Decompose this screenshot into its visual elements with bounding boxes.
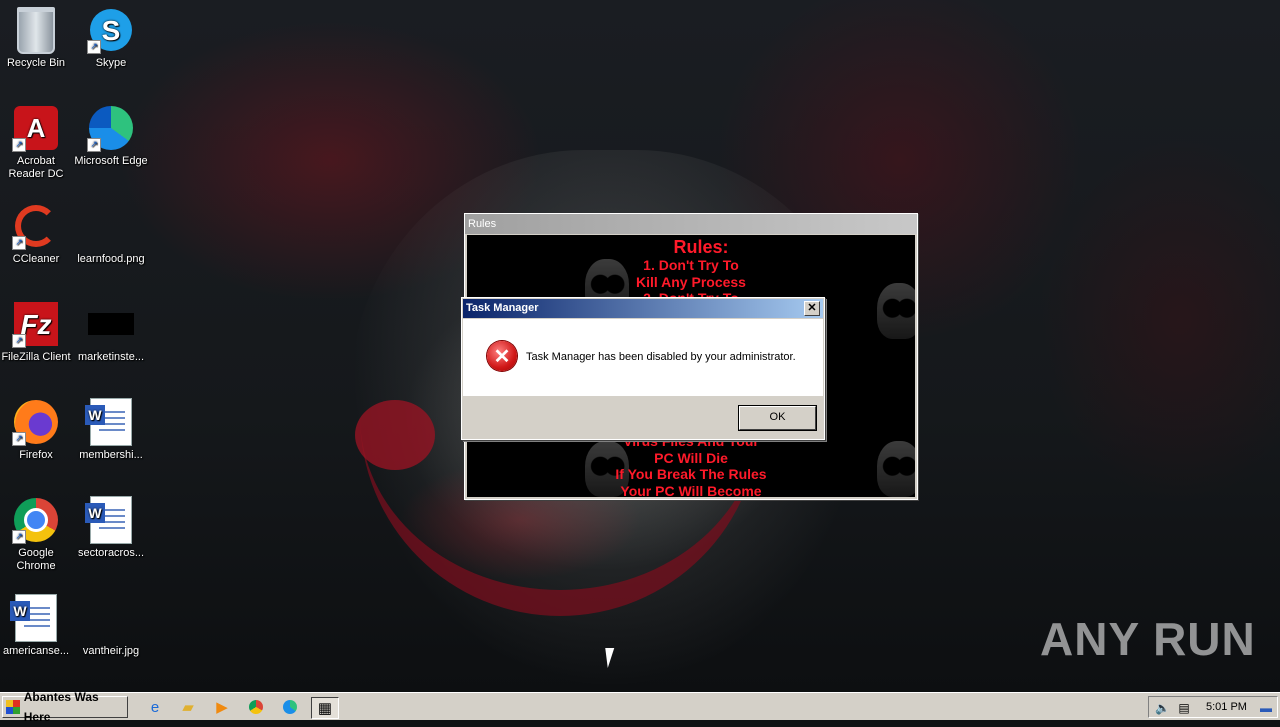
windows-logo-icon: [6, 700, 20, 714]
ccleaner-icon: ↗: [12, 202, 60, 250]
network-icon[interactable]: ▤: [1177, 701, 1191, 715]
desktop-icon-label: Firefox: [19, 449, 53, 461]
dialog-title-bar[interactable]: Task Manager ✕: [463, 299, 823, 318]
desktop-icon-recycle-bin[interactable]: Recycle Bin: [0, 6, 74, 70]
desktop-icon-edge[interactable]: ↗ Microsoft Edge: [73, 104, 149, 168]
recycle-bin-icon: [12, 6, 60, 54]
desktop-icon-marketinste[interactable]: marketinste...: [73, 300, 149, 364]
media-player-icon[interactable]: ▶: [211, 697, 233, 717]
desktop-icon-firefox[interactable]: ↗ Firefox: [0, 398, 74, 462]
desktop-icon-label: sectoracros...: [77, 547, 145, 559]
image-file-icon: [87, 300, 135, 348]
skype-icon: S ↗: [87, 6, 135, 54]
desktop-icon-label: Skype: [95, 57, 127, 69]
error-icon: ✕: [487, 341, 517, 371]
desktop-icon-vantheir[interactable]: vantheir.jpg: [73, 594, 149, 658]
start-button-label: Abantes Was Here: [23, 690, 99, 724]
word-document-icon: W: [85, 496, 135, 544]
desktop-icon-label: CCleaner: [12, 253, 60, 265]
internet-explorer-icon[interactable]: e: [144, 697, 166, 717]
desktop-icon-ccleaner[interactable]: ↗ CCleaner: [0, 202, 74, 266]
desktop-icon-label: Acrobat Reader DC: [8, 155, 64, 180]
wallpaper-nose: [355, 400, 435, 470]
desktop-icon-label: Google Chrome: [16, 547, 56, 572]
desktop: Recycle Bin S ↗ Skype A ↗ Acrobat Reader D…: [0, 0, 1280, 692]
chrome-icon: ↗: [12, 496, 60, 544]
desktop-icon-learnfood[interactable]: learnfood.png: [73, 202, 149, 266]
image-file-icon: [87, 202, 135, 250]
desktop-icon-skype[interactable]: S ↗ Skype: [73, 6, 149, 70]
anyrun-watermark: ANY RUN: [1040, 613, 1256, 665]
desktop-icon-chrome[interactable]: ↗ Google Chrome: [0, 496, 74, 573]
task-manager-dialog[interactable]: Task Manager ✕ ✕ Task Manager has been d…: [461, 297, 825, 440]
desktop-icon-label: americanse...: [2, 645, 70, 657]
desktop-icon-americanse[interactable]: W americanse...: [0, 594, 74, 658]
dialog-message: Task Manager has been disabled by your a…: [526, 351, 796, 363]
taskbar: Abantes Was Here e ▰ ▶ ▦ 🔈 ▤ 5:01 PM ▬: [0, 690, 1280, 724]
rules-line: Your PC Will Become: [620, 482, 762, 498]
rules-text-bottom: Virus Files And Your PC Will Die If You …: [467, 433, 915, 497]
clock[interactable]: 5:01 PM: [1206, 701, 1247, 713]
firefox-icon: ↗: [12, 398, 60, 446]
desktop-icon-membershi[interactable]: W membershi...: [73, 398, 149, 462]
rules-line: PC Will Die: [654, 449, 728, 466]
word-document-icon: W: [10, 594, 60, 642]
dialog-title: Task Manager: [466, 302, 539, 314]
ok-button[interactable]: OK: [739, 406, 816, 430]
desktop-icon-label: vantheir.jpg: [82, 645, 140, 657]
rules-heading: Rules:: [673, 237, 729, 257]
dialog-content: ✕ Task Manager has been disabled by your…: [463, 319, 823, 396]
rules-window-title[interactable]: Rules: [465, 214, 917, 234]
desktop-icon-label: FileZilla Client: [1, 351, 71, 363]
desktop-icon-acrobat[interactable]: A ↗ Acrobat Reader DC: [0, 104, 74, 181]
system-tray: 🔈 ▤ 5:01 PM ▬: [1148, 696, 1278, 718]
word-document-icon: W: [85, 398, 135, 446]
desktop-icon-label: marketinste...: [77, 351, 145, 363]
folder-icon[interactable]: ▰: [177, 697, 199, 717]
edge-icon: ↗: [87, 104, 135, 152]
rules-line: If You Break The Rules: [615, 466, 767, 482]
desktop-icon-label: membershi...: [79, 449, 143, 461]
desktop-icon-sectoracros[interactable]: W sectoracros...: [73, 496, 149, 560]
task-manager-icon[interactable]: ▦: [311, 697, 339, 719]
volume-icon[interactable]: 🔈: [1155, 701, 1170, 715]
show-desktop-icon[interactable]: ▬: [1259, 701, 1273, 715]
chrome-icon[interactable]: [245, 697, 267, 717]
rules-line: Kill Any Process: [636, 273, 746, 290]
desktop-icon-label: Microsoft Edge: [74, 155, 148, 167]
start-button[interactable]: Abantes Was Here: [2, 690, 128, 724]
desktop-icon-label: learnfood.png: [77, 253, 145, 265]
edge-icon[interactable]: [279, 697, 301, 717]
desktop-icon-label: Recycle Bin: [6, 57, 66, 69]
acrobat-icon: A ↗: [12, 104, 60, 152]
close-icon[interactable]: ✕: [804, 301, 820, 316]
filezilla-icon: Fz ↗: [12, 300, 60, 348]
desktop-icon-filezilla[interactable]: Fz ↗ FileZilla Client: [0, 300, 74, 364]
rules-line: 1. Don't Try To: [643, 257, 739, 273]
image-file-icon: [87, 594, 135, 642]
